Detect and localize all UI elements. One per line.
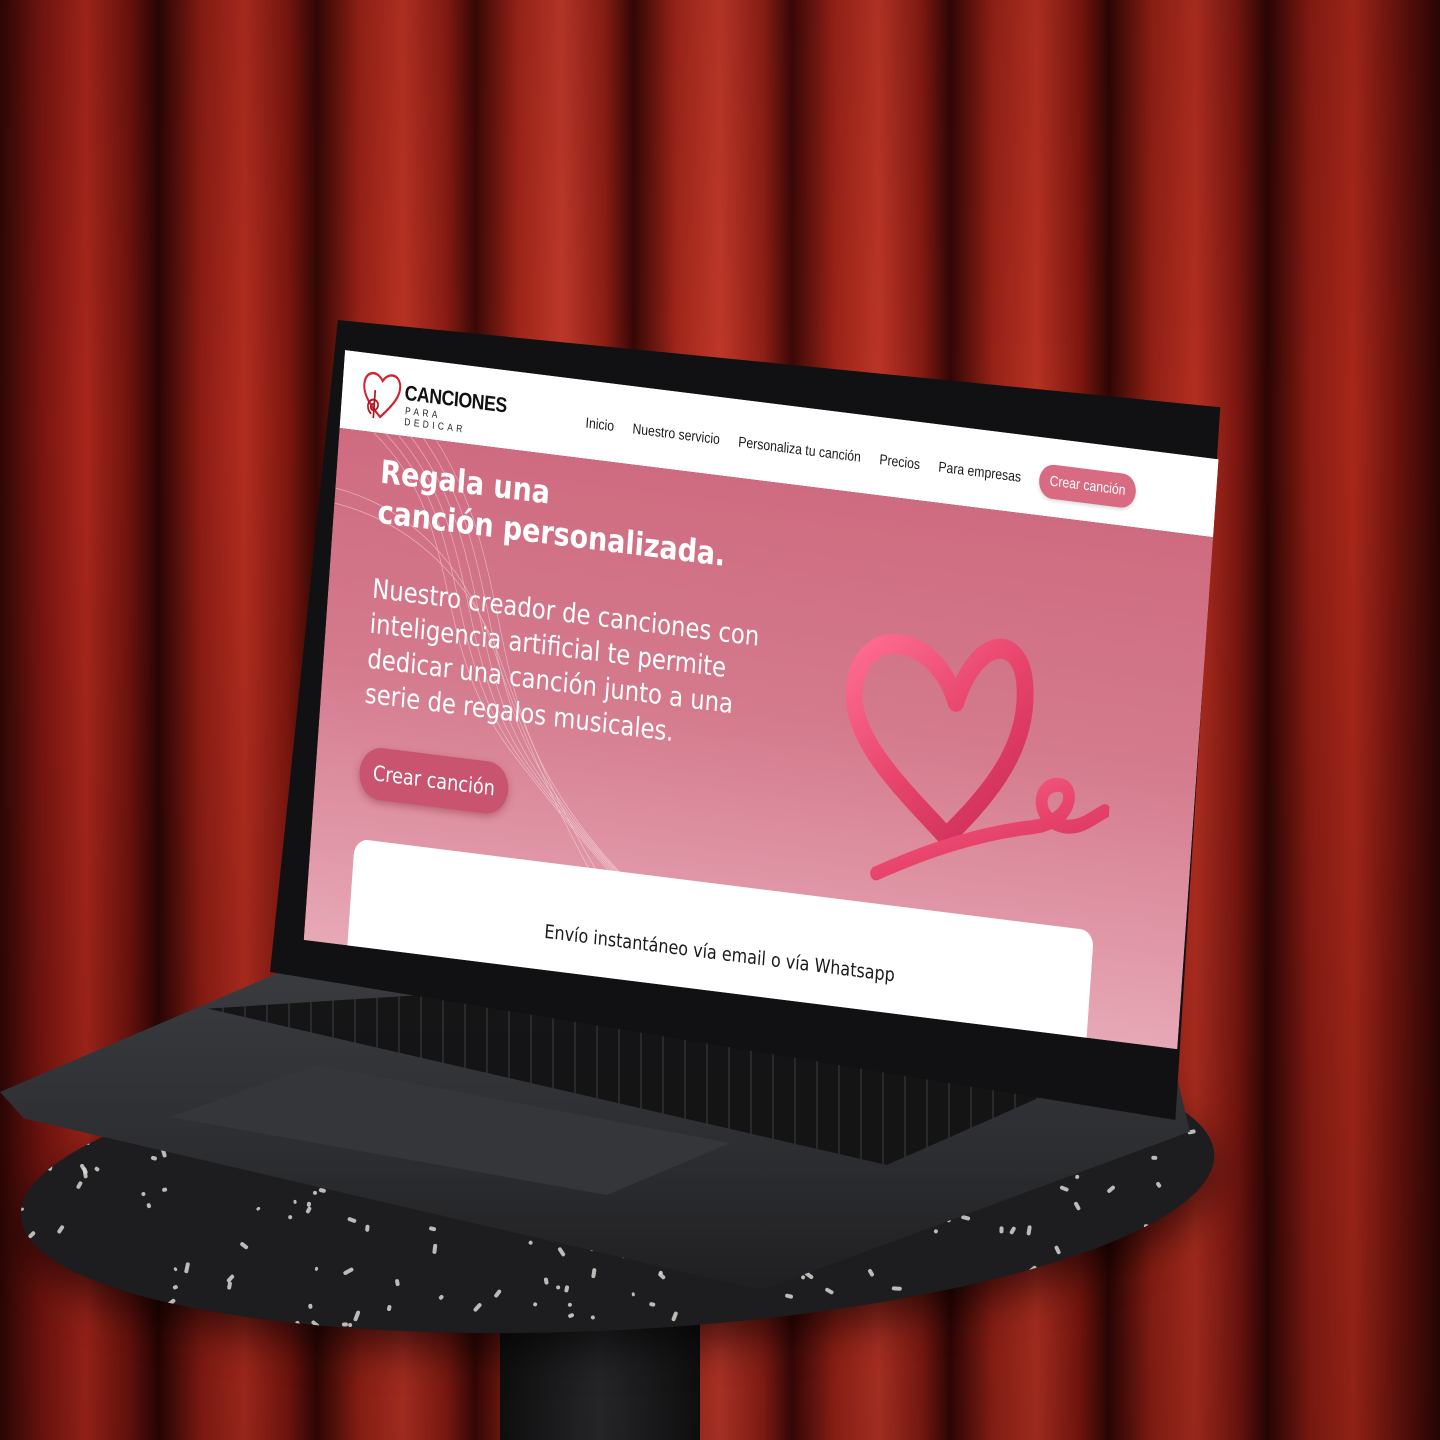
terrazzo-speck (428, 1225, 437, 1231)
terrazzo-speck (1117, 1252, 1127, 1261)
terrazzo-speck (1151, 1155, 1158, 1161)
nav-item-precios[interactable]: Precios (879, 452, 921, 473)
terrazzo-speck (146, 1202, 152, 1209)
terrazzo-speck (784, 1293, 794, 1299)
terrazzo-speck (56, 1224, 65, 1234)
terrazzo-speck (1008, 1226, 1017, 1235)
terrazzo-speck (305, 1206, 313, 1215)
terrazzo-speck (166, 1297, 177, 1307)
terrazzo-speck (999, 1226, 1004, 1234)
terrazzo-speck (347, 1216, 357, 1224)
terrazzo-speck (1074, 1174, 1080, 1180)
terrazzo-speck (140, 1191, 147, 1197)
terrazzo-speck (293, 1199, 297, 1204)
terrazzo-speck (342, 1266, 355, 1276)
terrazzo-speck (225, 1273, 235, 1283)
terrazzo-speck (239, 1241, 249, 1251)
terrazzo-speck (866, 1268, 875, 1278)
terrazzo-speck (1106, 1185, 1116, 1194)
terrazzo-speck (649, 1301, 656, 1308)
terrazzo-speck (161, 1187, 167, 1193)
terrazzo-speck (528, 1240, 534, 1246)
terrazzo-speck (472, 1302, 483, 1313)
terrazzo-speck (171, 1284, 179, 1291)
terrazzo-speck (590, 1315, 596, 1321)
terrazzo-speck (294, 1319, 302, 1328)
terrazzo-speck (657, 1271, 667, 1281)
terrazzo-speck (532, 1301, 539, 1308)
terrazzo-speck (933, 1228, 939, 1235)
site-logo[interactable]: CANCIONES PARA DEDICAR (359, 362, 508, 439)
terrazzo-speck (116, 1312, 122, 1318)
terrazzo-speck (1028, 1264, 1038, 1274)
terrazzo-speck (1155, 1180, 1162, 1188)
laptop-screen: CANCIONES PARA DEDICAR Inicio Nuestro se… (303, 350, 1219, 1050)
terrazzo-speck (228, 1335, 234, 1342)
terrazzo-speck (556, 1246, 566, 1258)
terrazzo-speck (184, 1261, 191, 1273)
terrazzo-speck (93, 1165, 101, 1173)
nav-item-personaliza[interactable]: Personaliza tu canción (738, 435, 862, 466)
terrazzo-speck (891, 1286, 902, 1291)
terrazzo-speck (567, 1312, 575, 1319)
terrazzo-speck (567, 1302, 573, 1307)
terrazzo-speck (824, 1287, 834, 1296)
terrazzo-speck (1143, 1223, 1150, 1229)
terrazzo-speck (27, 1230, 37, 1239)
terrazzo-speck (19, 1207, 25, 1212)
terrazzo-speck (347, 1322, 353, 1328)
terrazzo-speck (173, 1266, 178, 1272)
terrazzo-speck (1073, 1277, 1082, 1290)
terrazzo-speck (432, 1243, 438, 1254)
terrazzo-speck (1178, 1285, 1184, 1291)
terrazzo-speck (314, 1266, 319, 1272)
nav-item-para-empresas[interactable]: Para empresas (938, 460, 1022, 486)
terrazzo-speck (288, 1215, 294, 1220)
terrazzo-speck (1026, 1225, 1032, 1237)
terrazzo-speck (150, 1155, 158, 1161)
terrazzo-speck (374, 1332, 379, 1337)
terrazzo-speck (1054, 1244, 1062, 1255)
terrazzo-speck (39, 1156, 45, 1162)
terrazzo-speck (1003, 1294, 1010, 1301)
terrazzo-speck (1162, 1234, 1169, 1240)
terrazzo-speck (631, 1292, 636, 1297)
terrazzo-speck (493, 1288, 502, 1298)
3d-heart-ribbon-icon (845, 633, 1111, 881)
heart-treble-clef-icon (363, 371, 402, 419)
terrazzo-speck (75, 1288, 80, 1294)
terrazzo-speck (394, 1278, 400, 1287)
terrazzo-speck (438, 1294, 445, 1302)
terrazzo-speck (1073, 1201, 1082, 1211)
terrazzo-speck (249, 1326, 260, 1336)
hero-section: Regala una canción personalizada. Nuestr… (303, 428, 1214, 1050)
terrazzo-speck (1059, 1185, 1070, 1193)
terrazzo-speck (365, 1224, 370, 1233)
terrazzo-speck (310, 1319, 320, 1329)
terrazzo-speck (31, 1165, 37, 1171)
terrazzo-speck (79, 1162, 89, 1175)
terrazzo-speck (85, 1137, 90, 1146)
terrazzo-speck (255, 1206, 262, 1212)
terrazzo-speck (590, 1267, 597, 1279)
terrazzo-speck (341, 1322, 348, 1327)
terrazzo-speck (353, 1310, 361, 1323)
photo-scene: CANCIONES PARA DEDICAR Inicio Nuestro se… (0, 0, 1440, 1440)
terrazzo-speck (564, 1285, 570, 1293)
terrazzo-speck (671, 1311, 679, 1322)
terrazzo-speck (1017, 1284, 1025, 1293)
terrazzo-speck (307, 1303, 313, 1309)
terrazzo-speck (386, 1304, 393, 1312)
terrazzo-speck (1166, 1260, 1173, 1267)
terrazzo-speck (31, 1343, 38, 1350)
terrazzo-speck (75, 1181, 84, 1191)
nav-item-inicio[interactable]: Inicio (585, 415, 615, 435)
terrazzo-speck (47, 1164, 53, 1172)
terrazzo-speck (32, 1138, 39, 1144)
header-create-song-button[interactable]: Crear canción (1038, 463, 1137, 510)
nav-item-nuestro-servicio[interactable]: Nuestro servicio (632, 421, 720, 448)
terrazzo-speck (543, 1277, 549, 1285)
terrazzo-speck (312, 1190, 317, 1196)
terrazzo-speck (555, 1284, 561, 1290)
